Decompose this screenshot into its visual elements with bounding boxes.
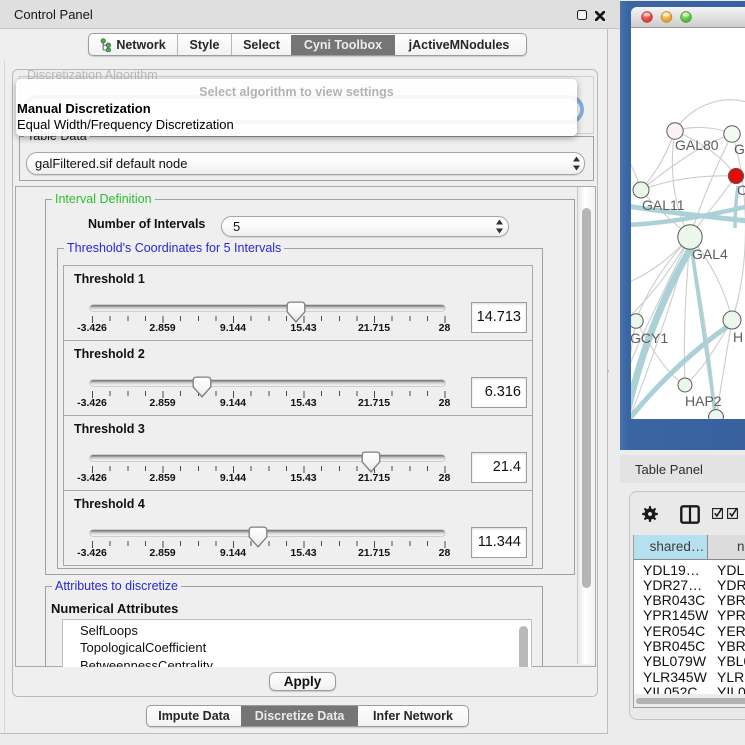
svg-text:GA: GA [734, 141, 745, 157]
svg-text:GAL11: GAL11 [642, 197, 685, 213]
svg-text:C: C [737, 182, 745, 198]
svg-text:HAP2: HAP2 [685, 393, 722, 409]
svg-text:GAL80: GAL80 [675, 137, 719, 153]
svg-text:H: H [733, 329, 743, 345]
svg-text:GCY1: GCY1 [631, 330, 668, 346]
svg-text:GAL4: GAL4 [692, 246, 728, 262]
